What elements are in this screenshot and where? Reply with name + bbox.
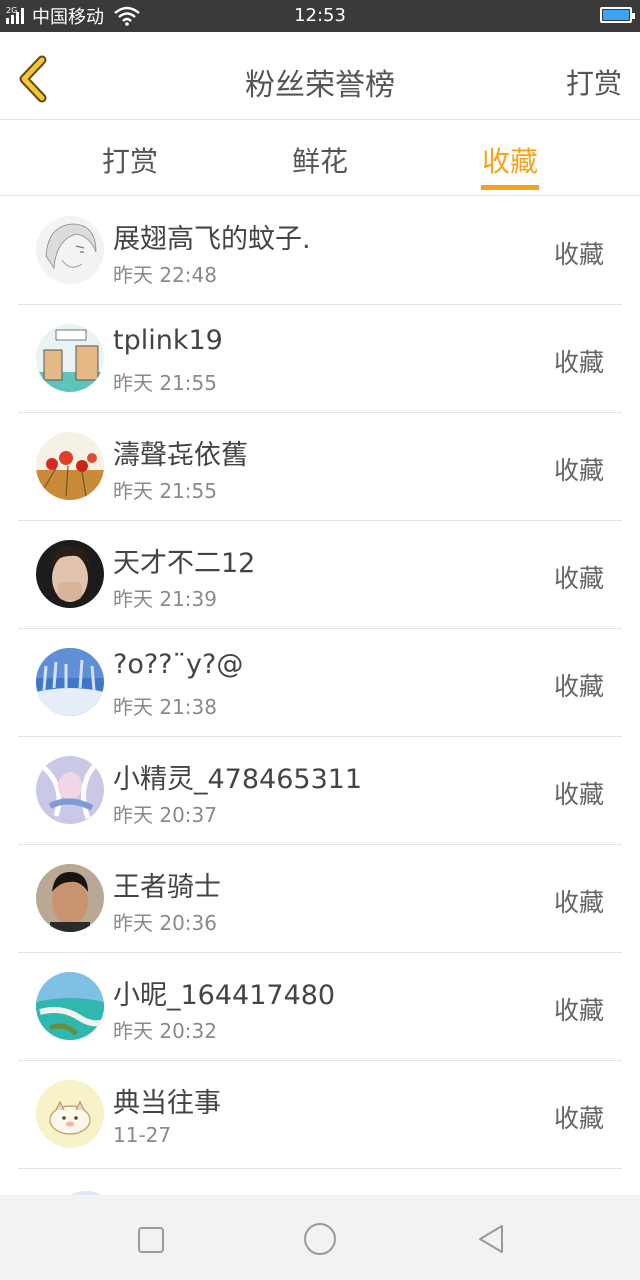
- status-bar: 2G 中国移动 12:53: [0, 0, 640, 32]
- tab-favorites[interactable]: 收藏: [450, 140, 570, 180]
- avatar[interactable]: [36, 324, 104, 392]
- avatar[interactable]: [36, 1080, 104, 1148]
- battery-icon: [600, 7, 635, 23]
- fan-time: 昨天 22:48: [113, 263, 217, 287]
- list-item[interactable]: 天才不二12 昨天 21:39 收藏: [18, 521, 622, 629]
- fan-time: 昨天 21:39: [113, 587, 217, 611]
- avatar[interactable]: [36, 864, 104, 932]
- fan-name: 典当往事: [113, 1088, 221, 1119]
- avatar[interactable]: [36, 756, 104, 824]
- circle-home-icon[interactable]: [300, 1219, 340, 1259]
- triangle-back-icon[interactable]: [472, 1219, 512, 1259]
- fan-action: 收藏: [553, 240, 604, 269]
- list-item[interactable]: 王者骑士 昨天 20:36 收藏: [18, 845, 622, 953]
- square-recents-icon[interactable]: [130, 1219, 170, 1259]
- avatar[interactable]: [36, 648, 104, 716]
- avatar[interactable]: [36, 972, 104, 1040]
- fan-name: 濤聲㐂依舊: [113, 440, 248, 471]
- system-nav-bar: [0, 1195, 640, 1280]
- battery-level: [603, 10, 629, 20]
- list-item[interactable]: 小昵_164417480 昨天 20:32 收藏: [18, 953, 622, 1061]
- fan-action: 收藏: [553, 672, 604, 701]
- list-item[interactable]: ?o??¨y?@ 昨天 21:38 收藏: [18, 629, 622, 737]
- fan-time: 11-27: [113, 1123, 172, 1147]
- list-item[interactable]: 展翅高飞的蚊子. 昨天 22:48 收藏: [18, 197, 622, 305]
- list-item[interactable]: tplink19 昨天 21:55 收藏: [18, 305, 622, 413]
- fan-name: ?o??¨y?@: [113, 649, 244, 680]
- fan-time: 昨天 20:32: [113, 1019, 217, 1043]
- fan-list: 展翅高飞的蚊子. 昨天 22:48 收藏 tplink19 昨天 21:55 收…: [0, 197, 640, 1169]
- avatar[interactable]: [36, 540, 104, 608]
- fan-time: 昨天 20:37: [113, 803, 217, 827]
- fan-name: 天才不二12: [113, 548, 256, 579]
- header: 粉丝荣誉榜 打赏: [0, 32, 640, 120]
- fan-action: 收藏: [553, 348, 604, 377]
- fan-action: 收藏: [553, 996, 604, 1025]
- fan-action: 收藏: [553, 456, 604, 485]
- fan-time: 昨天 21:55: [113, 479, 217, 503]
- fan-action: 收藏: [553, 1104, 604, 1133]
- list-item[interactable]: 濤聲㐂依舊 昨天 21:55 收藏: [18, 413, 622, 521]
- avatar[interactable]: [36, 432, 104, 500]
- status-time: 12:53: [294, 5, 346, 26]
- tab-bar: 打赏 鲜花 收藏: [0, 120, 640, 196]
- fan-time: 昨天 21:38: [113, 695, 217, 719]
- list-item[interactable]: 典当往事 11-27 收藏: [18, 1061, 622, 1169]
- avatar[interactable]: [36, 216, 104, 284]
- active-tab-indicator: [481, 185, 539, 190]
- fan-name: tplink19: [113, 325, 223, 356]
- page-title: 粉丝荣誉榜: [245, 68, 395, 103]
- tab-reward[interactable]: 打赏: [70, 140, 190, 180]
- fan-name: 展翅高飞的蚊子.: [113, 224, 311, 255]
- fan-name: 小精灵_478465311: [113, 764, 363, 795]
- fan-name: 王者骑士: [113, 872, 221, 903]
- list-item[interactable]: 小精灵_478465311 昨天 20:37 收藏: [18, 737, 622, 845]
- fan-time: 昨天 20:36: [113, 911, 217, 935]
- fan-action: 收藏: [553, 888, 604, 917]
- fan-action: 收藏: [553, 780, 604, 809]
- fan-time: 昨天 21:55: [113, 371, 217, 395]
- tab-flowers[interactable]: 鲜花: [260, 140, 380, 180]
- fan-action: 收藏: [553, 564, 604, 593]
- reward-button[interactable]: 打赏: [566, 62, 622, 102]
- fan-name: 小昵_164417480: [113, 980, 336, 1011]
